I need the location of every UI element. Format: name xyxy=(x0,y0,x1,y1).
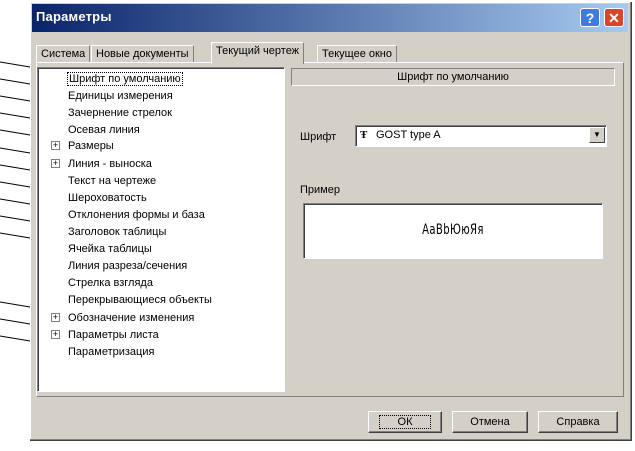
tree-item[interactable]: Размеры xyxy=(68,138,114,154)
ok-button[interactable]: ОК xyxy=(368,411,442,433)
tree-item[interactable]: Ячейка таблицы xyxy=(68,241,152,257)
font-preview-text: АаВbЮюЯя xyxy=(422,222,484,238)
expand-icon[interactable]: + xyxy=(51,141,60,150)
expand-icon[interactable]: + xyxy=(51,159,60,168)
expand-icon[interactable]: + xyxy=(51,313,60,322)
tab-current-window[interactable]: Текущее окно xyxy=(317,45,397,63)
title-bar[interactable]: Параметры ? ✕ xyxy=(32,4,628,32)
tree-item[interactable]: Линия - выноска xyxy=(68,156,152,172)
tab-panel: Шрифт по умолчанию Единицы измерения Зач… xyxy=(36,62,624,397)
tree-item[interactable]: Шрифт по умолчанию xyxy=(67,71,183,87)
close-icon[interactable]: ✕ xyxy=(604,8,624,27)
font-preview: АаВbЮюЯя xyxy=(303,203,603,259)
font-select-value: GOST type A xyxy=(376,129,441,141)
tree-item[interactable]: Зачернение стрелок xyxy=(68,105,172,121)
tree-item[interactable]: Обозначение изменения xyxy=(68,310,194,326)
help-button[interactable]: Справка xyxy=(538,411,618,433)
tab-system[interactable]: Система xyxy=(36,45,91,63)
section-header: Шрифт по умолчанию xyxy=(291,68,615,86)
options-dialog: Параметры ? ✕ Система Новые документы Те… xyxy=(30,2,632,441)
tree-item[interactable]: Текст на чертеже xyxy=(68,173,156,189)
expand-icon[interactable]: + xyxy=(51,330,60,339)
tab-current-drawing[interactable]: Текущий чертеж xyxy=(211,42,305,64)
tree-item[interactable]: Единицы измерения xyxy=(68,88,173,104)
tree-item[interactable]: Заголовок таблицы xyxy=(68,224,166,240)
truetype-font-icon: Ŧ xyxy=(360,129,368,141)
font-label: Шрифт xyxy=(300,131,337,143)
cancel-button[interactable]: Отмена xyxy=(452,411,528,433)
tree-item[interactable]: Перекрывающиеся объекты xyxy=(68,292,212,308)
tree-item[interactable]: Параметры листа xyxy=(68,327,159,343)
chevron-down-icon[interactable]: ▼ xyxy=(589,127,605,143)
font-select[interactable]: Ŧ GOST type A ▼ xyxy=(355,125,607,147)
tree-item[interactable]: Линия разреза/сечения xyxy=(68,258,187,274)
example-label: Пример xyxy=(300,184,340,196)
tree-item[interactable]: Стрелка взгляда xyxy=(68,275,153,291)
tree-item[interactable]: Шероховатость xyxy=(68,190,147,206)
tree-item[interactable]: Параметризация xyxy=(68,344,154,360)
settings-tree[interactable]: Шрифт по умолчанию Единицы измерения Зач… xyxy=(37,67,285,392)
help-icon[interactable]: ? xyxy=(580,8,600,27)
tree-item[interactable]: Осевая линия xyxy=(68,122,140,138)
tab-new-documents[interactable]: Новые документы xyxy=(91,45,194,63)
dialog-title: Параметры xyxy=(36,9,112,24)
tree-item[interactable]: Отклонения формы и база xyxy=(68,207,205,223)
